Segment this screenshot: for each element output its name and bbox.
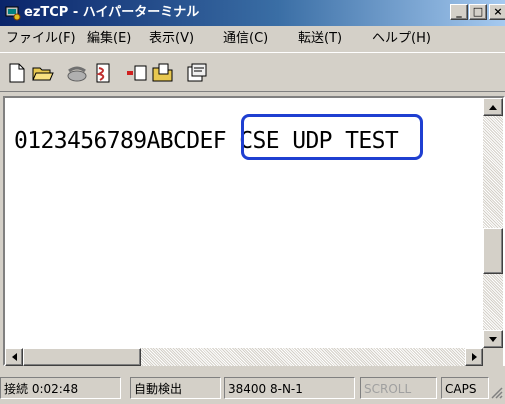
resize-grip-icon[interactable] xyxy=(491,387,503,399)
arrow-left-icon xyxy=(11,353,17,361)
arrow-up-icon xyxy=(489,104,497,110)
call-icon xyxy=(67,66,87,82)
open-folder-icon xyxy=(32,67,54,81)
status-auto-detect: 自動検出 xyxy=(130,377,221,399)
menu-bar: ファイル(F) 編集(E) 表示(V) 通信(C) 転送(T) ヘルプ(H) xyxy=(0,26,505,52)
status-connection-time: 接続 0:02:48 xyxy=(0,377,121,399)
send-button[interactable] xyxy=(124,61,150,85)
toolbar xyxy=(0,52,505,92)
call-button[interactable] xyxy=(64,61,90,85)
window-title: ezTCP - ハイパーターミナル xyxy=(24,5,200,20)
status-caps-lock: CAPS xyxy=(441,377,489,399)
disconnect-button[interactable] xyxy=(90,61,116,85)
send-icon xyxy=(127,65,147,81)
menu-help[interactable]: ヘルプ(H) xyxy=(372,29,431,49)
scroll-down-button[interactable] xyxy=(483,330,503,348)
highlight-annotation xyxy=(241,114,423,160)
menu-communication[interactable]: 通信(C) xyxy=(223,29,268,49)
horizontal-scrollbar[interactable] xyxy=(5,348,483,366)
open-button[interactable] xyxy=(30,61,56,85)
hyperterminal-app-icon[interactable] xyxy=(5,5,21,21)
properties-icon xyxy=(187,63,207,82)
arrow-down-icon xyxy=(489,336,497,342)
vertical-scrollbar[interactable] xyxy=(483,98,503,348)
menu-view[interactable]: 表示(V) xyxy=(149,29,194,49)
horizontal-scroll-thumb[interactable] xyxy=(23,348,141,366)
menu-edit[interactable]: 編集(E) xyxy=(87,29,131,49)
new-file-button[interactable] xyxy=(4,61,30,85)
disconnect-icon xyxy=(96,63,110,83)
menu-transfer[interactable]: 転送(T) xyxy=(298,29,342,49)
receive-button[interactable] xyxy=(150,61,176,85)
vertical-scroll-thumb[interactable] xyxy=(483,228,503,274)
receive-icon xyxy=(152,63,173,82)
scroll-right-button[interactable] xyxy=(465,348,483,366)
scroll-left-button[interactable] xyxy=(5,348,23,366)
properties-button[interactable] xyxy=(184,61,210,85)
scrollbar-corner xyxy=(483,348,503,366)
close-button[interactable]: × xyxy=(489,4,505,20)
minimize-button[interactable]: _ xyxy=(450,4,468,20)
new-file-icon xyxy=(9,63,25,83)
arrow-right-icon xyxy=(471,353,477,361)
status-port-settings: 38400 8-N-1 xyxy=(224,377,355,399)
menu-file[interactable]: ファイル(F) xyxy=(6,29,76,49)
status-scroll-lock: SCROLL xyxy=(360,377,437,399)
maximize-button[interactable]: □ xyxy=(469,4,487,20)
status-bar: 接続 0:02:48 自動検出 38400 8-N-1 SCROLL CAPS xyxy=(0,373,505,404)
scroll-up-button[interactable] xyxy=(483,98,503,116)
